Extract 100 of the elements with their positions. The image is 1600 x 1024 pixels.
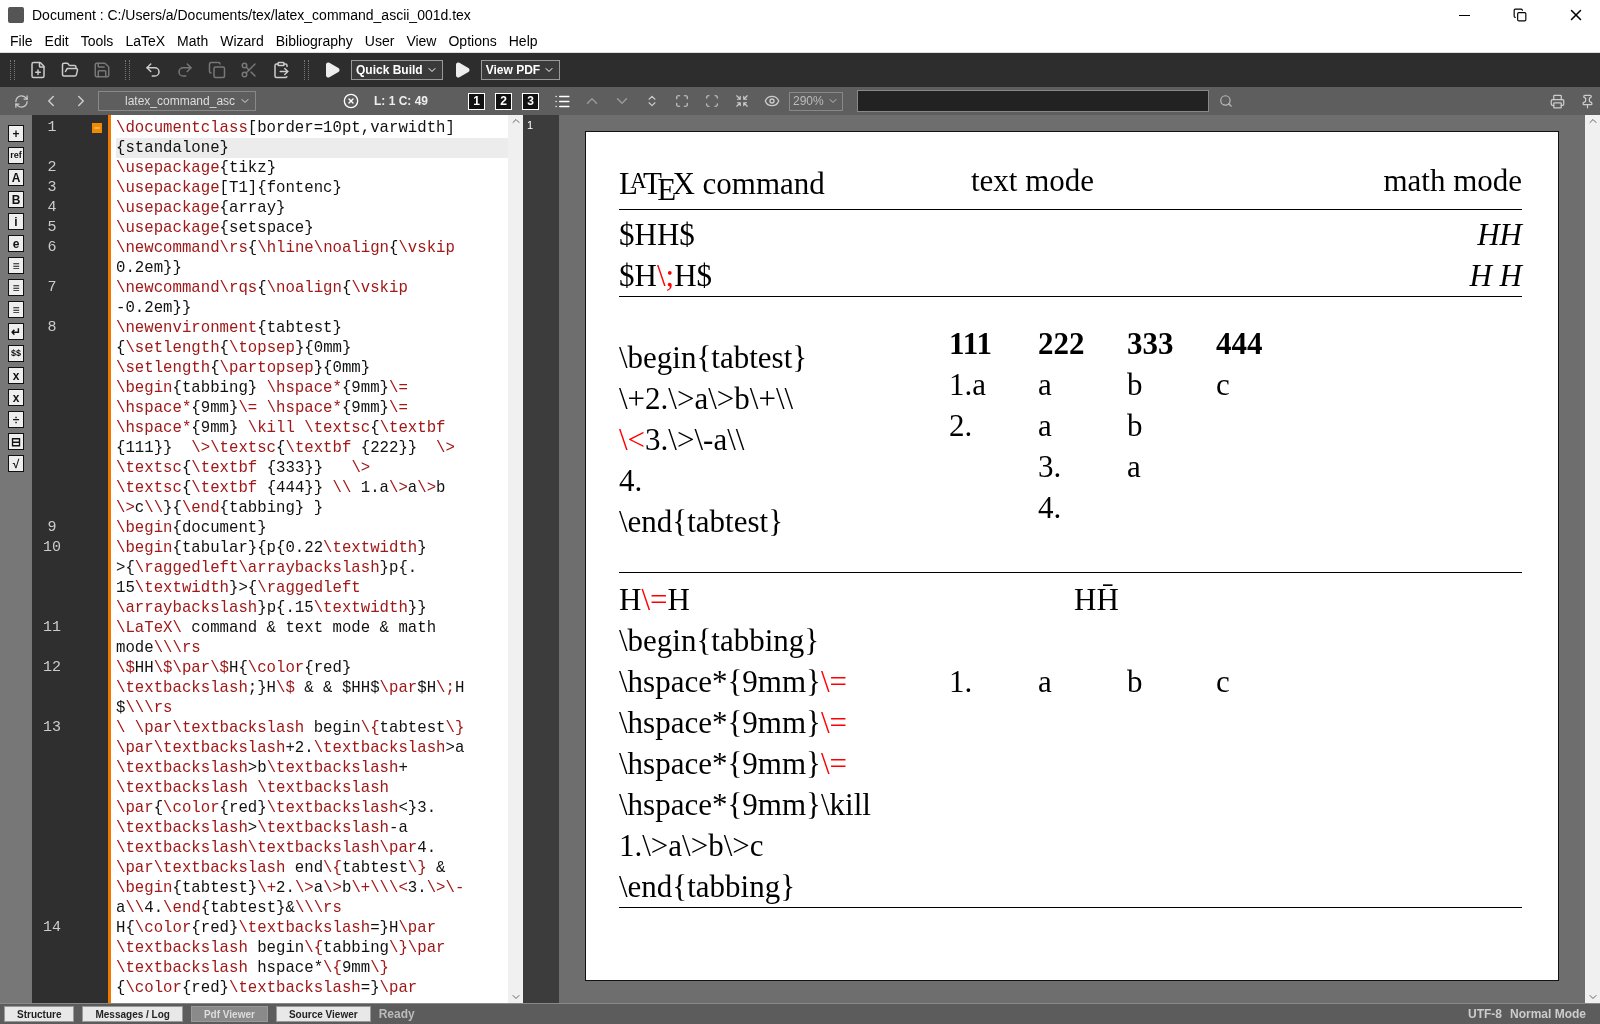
source-text: 1.\>a\>b\>c bbox=[619, 827, 765, 866]
tabbing-text: 444 bbox=[1216, 325, 1264, 364]
code-line: \textsc{\textbf {444}} \\ 1.a\>a\>b bbox=[116, 478, 447, 498]
tool-button[interactable]: e bbox=[8, 235, 24, 252]
code-line: 15\textwidth}>{\raggedleft bbox=[116, 578, 362, 598]
source-text: H\=H bbox=[619, 581, 691, 620]
menu-item[interactable]: Edit bbox=[38, 33, 75, 49]
tool-button[interactable]: ≡ bbox=[8, 279, 24, 296]
tool-button[interactable]: B bbox=[8, 191, 24, 208]
column-heading: text mode bbox=[970, 162, 1096, 200]
line-number: 7 bbox=[46, 278, 58, 298]
minimize-icon bbox=[1458, 14, 1470, 16]
tool-button[interactable]: i bbox=[8, 213, 24, 230]
panel-tab[interactable]: Structure bbox=[4, 1006, 75, 1022]
line-number: 1 bbox=[46, 118, 58, 138]
tabbing-text: 1. bbox=[949, 663, 974, 702]
source-text: \hspace*{9mm}\= bbox=[619, 663, 849, 702]
search-field[interactable] bbox=[857, 90, 1209, 112]
tool-button[interactable]: ≡ bbox=[8, 257, 24, 274]
tool-button[interactable]: + bbox=[8, 125, 24, 142]
code-line: \newcommand\rqs{\noalign{\vskip bbox=[116, 278, 409, 298]
line-number: 5 bbox=[46, 218, 58, 238]
code-line: \textsc{\textbf {333}} \> bbox=[116, 458, 372, 478]
code-line: \arraybackslash}p{.15\textwidth}} bbox=[116, 598, 428, 618]
window-title: Document : C:/Users/a/Documents/tex/latex_command_ascii_001d.tex bbox=[32, 7, 472, 23]
code-line: \ \par\textbackslash begin\{tabtest\} bbox=[116, 718, 466, 738]
code-line: >{\raggedleft\arraybackslash}p{. bbox=[116, 558, 419, 578]
panel-tab[interactable]: Source Viewer bbox=[275, 1006, 371, 1022]
tool-button[interactable]: x bbox=[8, 367, 24, 384]
math-output: HH bbox=[1476, 216, 1522, 255]
menu-item[interactable]: User bbox=[358, 33, 401, 49]
column-heading: math mode bbox=[1383, 162, 1522, 200]
code-line: \textbackslash;}H\$ & & $HH$\par$H\;H bbox=[116, 678, 466, 698]
source-text: $H\;H$ bbox=[619, 257, 713, 296]
tool-button[interactable]: ÷ bbox=[8, 411, 24, 428]
tool-button[interactable]: x bbox=[8, 389, 24, 406]
source-text: \<3.\>\-a\\ bbox=[619, 421, 746, 460]
code-line: {\color{red}\textbackslash=}\par bbox=[116, 978, 419, 998]
menu-item[interactable]: Bibliography bbox=[269, 33, 359, 49]
line-number: 14 bbox=[42, 918, 62, 938]
menu-item[interactable]: File bbox=[4, 33, 39, 49]
code-line: mode\\\rs bbox=[116, 638, 202, 658]
tool-button[interactable]: ⊟ bbox=[8, 433, 24, 450]
view-layout-button[interactable]: 1 bbox=[468, 92, 485, 110]
tool-button[interactable]: $$ bbox=[8, 345, 24, 362]
panel-tab[interactable]: Messages / Log bbox=[82, 1006, 183, 1022]
menu-item[interactable]: Tools bbox=[74, 33, 120, 49]
scrollbar[interactable] bbox=[1585, 115, 1600, 1003]
code-line: \$HH\$\par\$H{\color{red} bbox=[116, 658, 353, 678]
tabbing-text: 3. bbox=[1038, 448, 1063, 487]
line-number: 9 bbox=[46, 518, 58, 538]
code-line: \begin{tabular}{p{0.22\textwidth} bbox=[116, 538, 428, 558]
tabbing-text: 111 bbox=[949, 325, 994, 364]
code-line: {111}} \>\textsc{\textbf {222}} \> bbox=[116, 438, 456, 458]
line-number: 12 bbox=[42, 658, 62, 678]
tool-button[interactable]: ↵ bbox=[8, 323, 24, 340]
code-line: \newenvironment{tabtest} bbox=[116, 318, 343, 338]
page-label: 1 bbox=[526, 119, 534, 131]
source-text: \end{tabbing} bbox=[619, 868, 797, 907]
source-text: $HH$ bbox=[619, 216, 696, 255]
line-number: 8 bbox=[46, 318, 58, 338]
source-text: \end{tabtest} bbox=[619, 503, 785, 542]
view-layout-button[interactable]: 2 bbox=[495, 92, 512, 110]
code-line: \LaTeX\ command & text mode & math bbox=[116, 618, 438, 638]
view-dropdown[interactable]: View PDF bbox=[480, 60, 561, 80]
code-line: $\\\rs bbox=[116, 698, 174, 718]
source-text: 4. bbox=[619, 462, 644, 501]
code-line: \begin{document} bbox=[116, 518, 268, 538]
code-line: \usepackage{array} bbox=[116, 198, 287, 218]
tabbing-text: 2. bbox=[949, 407, 974, 446]
menu-item[interactable]: Options bbox=[442, 33, 503, 49]
menu-item[interactable]: Wizard bbox=[214, 33, 270, 49]
code-line: \newcommand\rs{\hline\noalign{\vskip bbox=[116, 238, 456, 258]
menu-item[interactable]: Math bbox=[171, 33, 215, 49]
restore-icon bbox=[1513, 8, 1527, 22]
line-number: 4 bbox=[46, 198, 58, 218]
tool-button[interactable]: A bbox=[8, 169, 24, 186]
tool-button[interactable]: ≡ bbox=[8, 301, 24, 318]
text-output: HH̄ bbox=[1073, 581, 1120, 620]
menu-item[interactable]: View bbox=[400, 33, 443, 49]
build-dropdown[interactable]: Quick Build bbox=[351, 60, 443, 80]
view-layout-button[interactable]: 3 bbox=[522, 92, 539, 110]
line-number: 3 bbox=[46, 178, 58, 198]
code-line: \textbackslash>\textbackslash-a bbox=[116, 818, 409, 838]
code-line: \textbackslash \textbackslash bbox=[116, 778, 390, 798]
tool-button[interactable]: ref bbox=[8, 147, 24, 164]
code-line: \begin{tabtest}\+2.\>a\>b\+\\\<3.\>\- bbox=[116, 878, 466, 898]
mode-label: Normal Mode bbox=[1510, 1007, 1586, 1021]
menu-item[interactable]: LaTeX bbox=[119, 33, 172, 49]
math-output: H H bbox=[1469, 257, 1522, 296]
code-line: \textbackslash begin\{tabbing\}\par bbox=[116, 938, 447, 958]
tool-button[interactable]: √ bbox=[8, 455, 24, 472]
tabbing-text: a bbox=[1038, 407, 1053, 446]
menu-item[interactable]: Help bbox=[502, 33, 544, 49]
scrollbar[interactable] bbox=[508, 115, 523, 1003]
code-line: \usepackage{setspace} bbox=[116, 218, 315, 238]
code-line: \>c\\}{\end{tabbing} } bbox=[116, 498, 325, 518]
document-tab-dropdown[interactable]: latex_command_asc bbox=[98, 91, 256, 111]
line-number: 2 bbox=[46, 158, 58, 178]
source-text: \hspace*{9mm}\= bbox=[619, 745, 849, 784]
